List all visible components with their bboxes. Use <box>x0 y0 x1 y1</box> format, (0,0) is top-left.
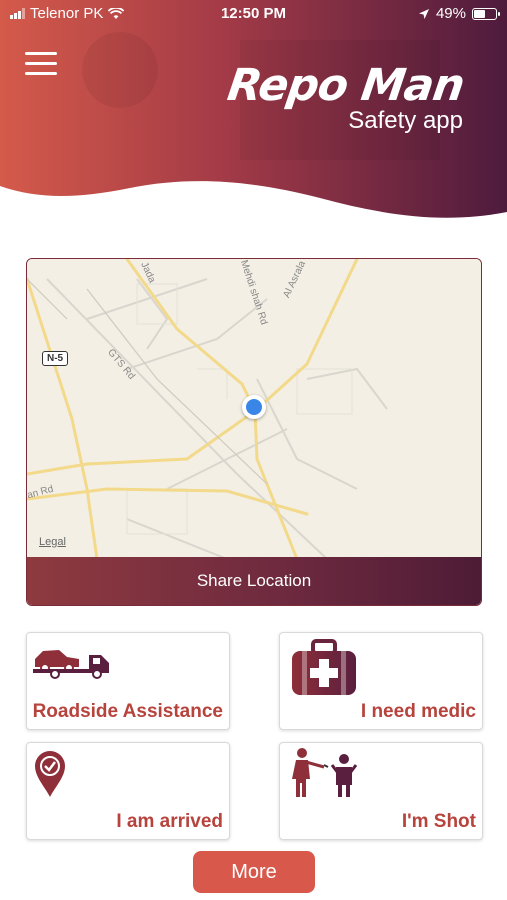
app-logo: Repo Man Safety app <box>224 60 467 134</box>
im-shot-label: I'm Shot <box>401 811 476 832</box>
shooter-victim-icon <box>292 748 358 797</box>
app-subtitle: Safety app <box>348 107 463 134</box>
battery-percent: 49% <box>435 5 466 22</box>
roadside-assistance-label: Roadside Assistance <box>32 701 223 722</box>
location-arrow-icon <box>418 8 429 19</box>
arrived-label: I am arrived <box>116 811 223 832</box>
current-location-marker <box>242 395 266 419</box>
share-location-button[interactable]: Share Location <box>27 557 481 605</box>
app-title: Repo Man <box>224 60 467 111</box>
app-header: Telenor PK 12:50 PM 49% Repo Man Safety … <box>0 0 507 240</box>
tow-truck-icon <box>33 650 109 679</box>
need-medic-button[interactable]: I need medic <box>279 632 483 730</box>
map-legal-link[interactable]: Legal <box>39 536 66 548</box>
highway-shield: N-5 <box>42 351 69 366</box>
need-medic-label: I need medic <box>360 701 476 722</box>
status-bar: Telenor PK 12:50 PM 49% <box>0 0 507 28</box>
first-aid-kit-icon <box>292 639 356 695</box>
location-check-icon <box>35 751 65 797</box>
arrived-button[interactable]: I am arrived <box>26 742 230 840</box>
roadside-assistance-button[interactable]: Roadside Assistance <box>26 632 230 730</box>
menu-button[interactable] <box>25 52 57 76</box>
more-button[interactable]: More <box>193 851 315 893</box>
battery-icon <box>472 7 500 20</box>
hamburger-icon <box>25 52 57 55</box>
map-card: Jada Mehdi shah Rd Al Asrala GTS Rd an R… <box>26 258 482 606</box>
im-shot-button[interactable]: I'm Shot <box>279 742 483 840</box>
